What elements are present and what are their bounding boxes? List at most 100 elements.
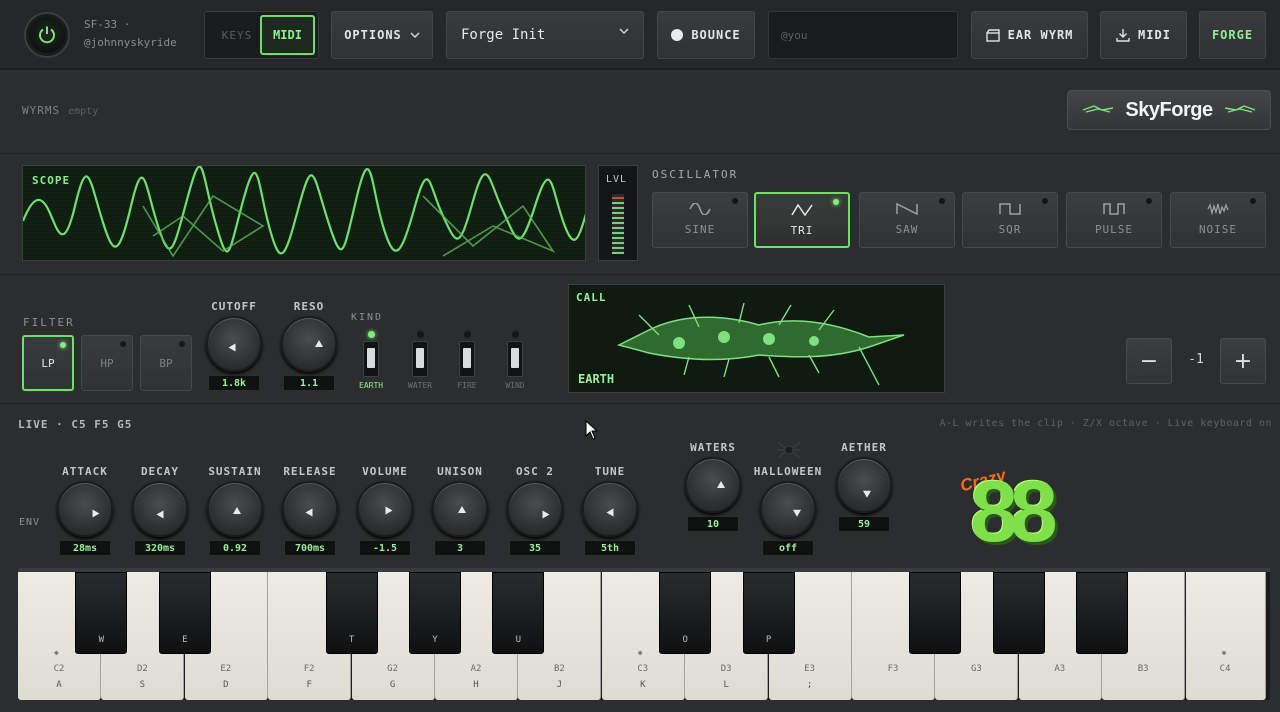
piano-black-key[interactable]: O bbox=[659, 572, 712, 654]
decay-knob[interactable] bbox=[132, 481, 188, 537]
options-button[interactable]: OPTIONS bbox=[331, 11, 433, 59]
filter-title: FILTER bbox=[23, 316, 75, 329]
wyrms-bar: WYRMS empty SkyForge bbox=[0, 72, 1280, 154]
wave-tri-button[interactable]: TRI bbox=[754, 192, 850, 248]
wave-sqr-button[interactable]: SQR bbox=[962, 192, 1058, 248]
spider-icon bbox=[777, 441, 801, 459]
tune-knob[interactable] bbox=[582, 481, 638, 537]
user-input[interactable]: @you bbox=[768, 11, 958, 59]
kind-water-switch[interactable]: WATER bbox=[408, 331, 432, 390]
keys-mode-button[interactable]: KEYS bbox=[213, 18, 261, 52]
aether-knob[interactable] bbox=[836, 457, 892, 513]
key-shortcut-label: O bbox=[682, 635, 688, 645]
level-bars bbox=[612, 194, 624, 254]
wyrms-label: WYRMS empty bbox=[22, 104, 99, 117]
key-shortcut-label: E bbox=[182, 635, 188, 645]
call-label: CALL bbox=[576, 291, 607, 304]
sustain-control: SUSTAIN 0.92 bbox=[200, 465, 270, 556]
attack-control: ATTACK 28ms bbox=[50, 465, 120, 556]
knob-label: OSC 2 bbox=[515, 465, 555, 478]
live-hint: A-L writes the clip · Z/X octave · Live … bbox=[939, 418, 1272, 429]
piano-black-key[interactable] bbox=[992, 572, 1045, 654]
attack-knob[interactable] bbox=[57, 481, 113, 537]
waters-knob[interactable] bbox=[685, 457, 741, 513]
halloween-control: HALLOWEEN off bbox=[753, 441, 823, 556]
knob-pointer bbox=[228, 343, 236, 352]
env-label: ENV bbox=[19, 517, 41, 528]
filter-type-label: LP bbox=[41, 356, 55, 370]
reso-control: RESO 1.1 bbox=[274, 300, 344, 391]
knob-value: 35 bbox=[509, 540, 561, 556]
wave-label: SQR bbox=[998, 223, 1022, 236]
knob-pointer bbox=[792, 506, 804, 517]
filter-type-label: BP bbox=[159, 356, 173, 370]
filter-lp-button[interactable]: LP bbox=[22, 335, 74, 391]
knob-pointer bbox=[156, 510, 164, 519]
mouse-cursor-icon bbox=[585, 420, 599, 440]
knob-value: 3 bbox=[434, 540, 486, 556]
triangle-wave-icon bbox=[791, 204, 813, 216]
midi-download-button[interactable]: MIDI bbox=[1100, 11, 1187, 59]
knob-pointer bbox=[385, 506, 393, 515]
osc2-knob[interactable] bbox=[507, 481, 563, 537]
volume-control: VOLUME -1.5 bbox=[350, 465, 420, 556]
power-button[interactable] bbox=[24, 12, 70, 58]
piano-black-key[interactable]: Y bbox=[409, 572, 461, 654]
knob-label: CUTOFF bbox=[211, 300, 257, 313]
ear-wyrm-button[interactable]: EAR WYRM bbox=[971, 11, 1088, 59]
filter-hp-button[interactable]: HP bbox=[81, 335, 133, 391]
knob-pointer bbox=[606, 508, 614, 517]
key-shortcut-label: J bbox=[556, 680, 563, 690]
level-label: LVL bbox=[606, 174, 628, 185]
volume-knob[interactable] bbox=[357, 481, 413, 537]
piano-black-key[interactable]: T bbox=[325, 572, 378, 654]
wave-sine-button[interactable]: SINE bbox=[652, 192, 748, 248]
knob-pointer bbox=[305, 508, 313, 517]
key-shortcut-label: W bbox=[98, 635, 105, 645]
unison-knob[interactable] bbox=[432, 481, 488, 537]
knob-label: RELEASE bbox=[283, 465, 337, 478]
key-shortcut-label: T bbox=[348, 635, 355, 645]
knob-pointer bbox=[233, 507, 241, 514]
kind-earth-switch[interactable]: EARTH bbox=[359, 331, 383, 390]
kind-fire-switch[interactable]: FIRE bbox=[455, 331, 479, 390]
decrement-button[interactable]: − bbox=[1126, 338, 1172, 384]
knob-pointer bbox=[92, 509, 100, 518]
ear-wyrm-label: EAR WYRM bbox=[1007, 28, 1074, 42]
piano-black-key[interactable]: U bbox=[492, 572, 545, 654]
bounce-button[interactable]: BOUNCE bbox=[657, 11, 755, 59]
wave-saw-button[interactable]: SAW bbox=[859, 192, 955, 248]
release-knob[interactable] bbox=[282, 481, 338, 537]
top-bar: SF-33 · @johnnyskyride KEYS MIDI OPTIONS… bbox=[0, 0, 1280, 70]
piano-black-key[interactable]: E bbox=[158, 572, 211, 654]
piano-black-key[interactable] bbox=[1076, 572, 1129, 654]
preset-select[interactable]: Forge Init bbox=[446, 11, 644, 59]
wave-pulse-button[interactable]: PULSE bbox=[1066, 192, 1162, 248]
cutoff-knob[interactable] bbox=[206, 316, 262, 372]
skyforge-logo-text: SkyForge bbox=[1125, 98, 1213, 121]
reso-knob[interactable] bbox=[281, 316, 337, 372]
filter-type-label: HP bbox=[100, 356, 114, 370]
noise-wave-icon bbox=[1207, 203, 1229, 215]
halloween-knob[interactable] bbox=[760, 481, 816, 537]
forge-button[interactable]: FORGE bbox=[1199, 11, 1266, 59]
knob-label: VOLUME bbox=[362, 465, 408, 478]
bounce-label: BOUNCE bbox=[691, 28, 741, 42]
piano-black-key[interactable] bbox=[909, 572, 962, 654]
increment-button[interactable]: + bbox=[1220, 338, 1266, 384]
key-shortcut-label: P bbox=[765, 635, 772, 645]
knob-value: 10 bbox=[687, 516, 739, 532]
filter-bp-button[interactable]: BP bbox=[140, 335, 192, 391]
skyforge-logo-button[interactable]: SkyForge bbox=[1067, 90, 1271, 130]
sustain-knob[interactable] bbox=[207, 481, 263, 537]
piano-white-key[interactable]: ◆ C4 bbox=[1185, 572, 1266, 700]
wave-noise-button[interactable]: NOISE bbox=[1170, 192, 1266, 248]
midi-mode-button[interactable]: MIDI bbox=[260, 15, 315, 55]
piano-black-key[interactable]: P bbox=[742, 572, 795, 654]
piano-black-key[interactable]: W bbox=[75, 572, 128, 654]
filter-section: FILTER LP HP BP CUTOFF 1.8k RESO 1.1 KIN… bbox=[0, 276, 1280, 404]
kind-wind-switch[interactable]: WIND bbox=[503, 331, 527, 390]
oscillator-title: OSCILLATOR bbox=[652, 168, 739, 181]
c-marker-icon: ◆ bbox=[1221, 648, 1227, 657]
knob-label: DECAY bbox=[140, 465, 180, 478]
